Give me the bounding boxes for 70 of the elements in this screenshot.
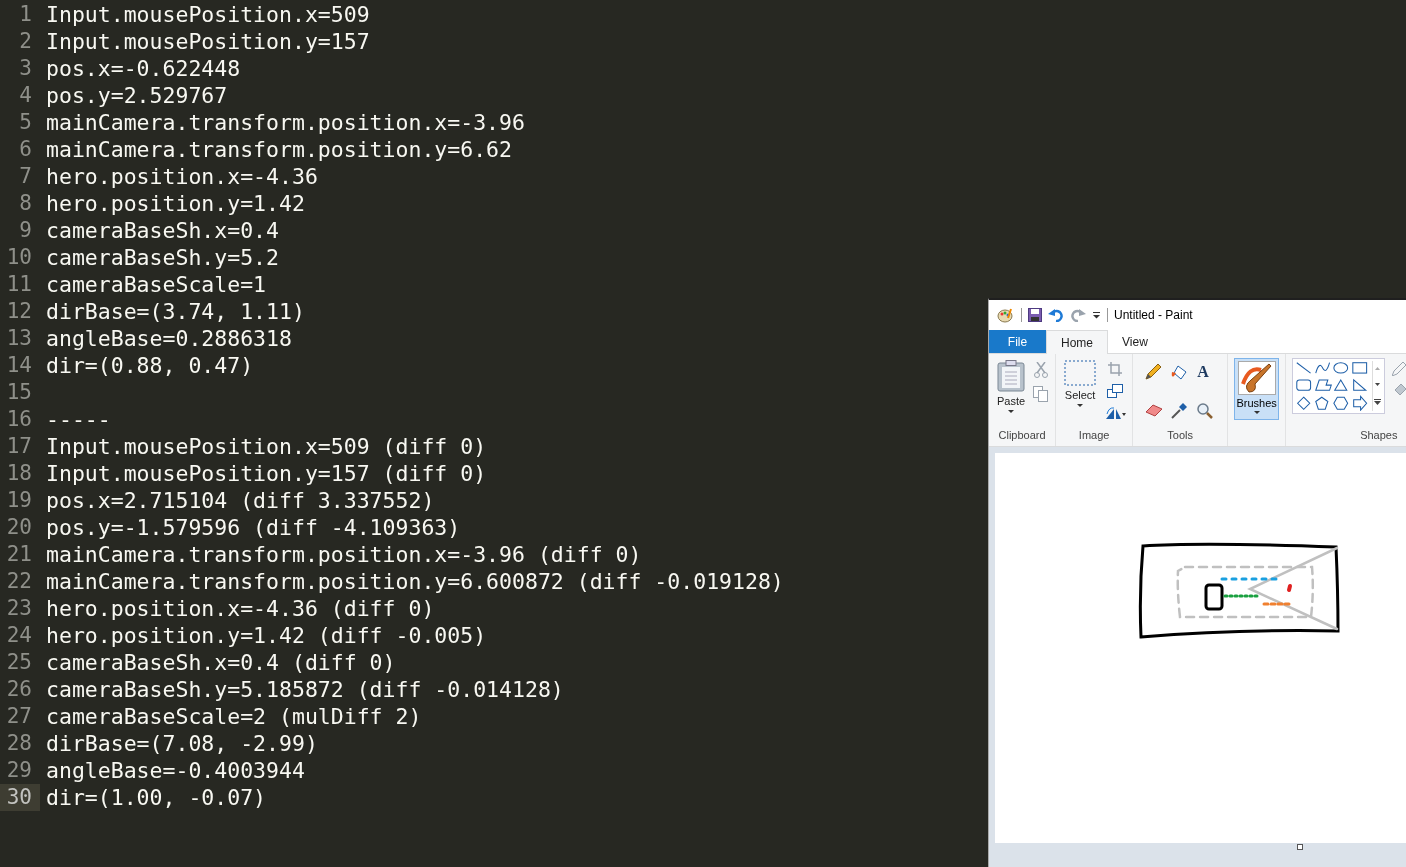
line-number: 20 — [5, 514, 33, 541]
code-line: mainCamera.transform.position.x=-3.96 — [46, 110, 525, 135]
select-button[interactable]: Select — [1062, 358, 1099, 409]
line-number: 2 — [18, 28, 33, 55]
code-line: dirBase=(7.08, -2.99) — [46, 731, 318, 756]
code-line: hero.position.x=-4.36 (diff 0) — [46, 596, 435, 621]
code-line: cameraBaseSh.y=5.185872 (diff -0.014128) — [46, 677, 564, 702]
file-menu-button[interactable]: File — [989, 330, 1046, 353]
line-number: 16 — [5, 406, 33, 433]
line-number: 23 — [5, 595, 33, 622]
code-line: angleBase=-0.4003944 — [46, 758, 305, 783]
line-number: 25 — [5, 649, 33, 676]
code-line: Input.mousePosition.y=157 (diff 0) — [46, 461, 487, 486]
line-number: 1 — [18, 1, 33, 28]
group-label: Shapes — [1360, 429, 1398, 443]
line-number: 27 — [5, 703, 33, 730]
line-number: 7 — [18, 163, 33, 190]
code-line: Input.mousePosition.x=509 (diff 0) — [46, 434, 487, 459]
code-line: angleBase=0.2886318 — [46, 326, 292, 351]
group-label: Image — [1078, 429, 1110, 443]
line-number: 30 — [0, 784, 40, 811]
group-label: Tools — [1167, 429, 1193, 443]
line-number: 21 — [5, 541, 33, 568]
window-title: Untitled - Paint — [1114, 308, 1193, 322]
line-number: 17 — [5, 433, 33, 460]
code-line: pos.x=2.715104 (diff 3.337552) — [46, 488, 435, 513]
line-number: 19 — [5, 487, 33, 514]
code-line: cameraBaseSh.x=0.4 — [46, 218, 279, 243]
line-number: 12 — [5, 298, 33, 325]
line-number: 18 — [5, 460, 33, 487]
line-number: 28 — [5, 730, 33, 757]
line-number: 10 — [5, 244, 33, 271]
code-line: pos.x=-0.622448 — [46, 56, 241, 81]
line-number: 5 — [18, 109, 33, 136]
group-label: Clipboard — [998, 429, 1046, 443]
line-number: 24 — [5, 622, 33, 649]
code-line: mainCamera.transform.position.x=-3.96 (diff 0) — [46, 542, 642, 567]
line-number: 13 — [5, 325, 33, 352]
line-number: 8 — [18, 190, 33, 217]
line-number: 15 — [5, 379, 33, 406]
code-line: Input.mousePosition.y=157 — [46, 29, 370, 54]
code-line: dir=(0.88, 0.47) — [46, 353, 254, 378]
line-number: 3 — [18, 55, 33, 82]
code-line: hero.position.x=-4.36 — [46, 164, 318, 189]
code-line: cameraBaseScale=1 — [46, 272, 267, 297]
line-number: 4 — [18, 82, 33, 109]
line-number: 29 — [5, 757, 33, 784]
code-line: mainCamera.transform.position.y=6.600872 (diff -0.019128) — [46, 569, 784, 594]
line-number: 11 — [5, 271, 33, 298]
code-line: mainCamera.transform.position.y=6.62 — [46, 137, 512, 162]
code-line: dirBase=(3.74, 1.11) — [46, 299, 305, 324]
line-number: 26 — [5, 676, 33, 703]
line-number: 6 — [18, 136, 33, 163]
brushes-button[interactable]: Brushes — [1234, 358, 1280, 420]
code-line: cameraBaseScale=2 (mulDiff 2) — [46, 704, 422, 729]
line-number: 22 — [5, 568, 33, 595]
code-line: Input.mousePosition.x=509 — [46, 2, 370, 27]
code-line: ----- — [46, 407, 111, 432]
code-line: pos.y=-1.579596 (diff -4.109363) — [46, 515, 461, 540]
code-line: pos.y=2.529767 — [46, 83, 228, 108]
text-tool[interactable]: A — [1197, 364, 1216, 380]
code-line: hero.position.y=1.42 — [46, 191, 305, 216]
paste-button[interactable]: Paste — [995, 358, 1028, 415]
code-line: dir=(1.00, -0.07) — [46, 785, 267, 810]
line-number: 14 — [5, 352, 33, 379]
line-number: 9 — [18, 217, 33, 244]
code-line: hero.position.y=1.42 (diff -0.005) — [46, 623, 487, 648]
code-line: cameraBaseSh.x=0.4 (diff 0) — [46, 650, 396, 675]
ribbon-tab[interactable]: Home — [1046, 330, 1108, 354]
code-line: cameraBaseSh.y=5.2 — [46, 245, 279, 270]
